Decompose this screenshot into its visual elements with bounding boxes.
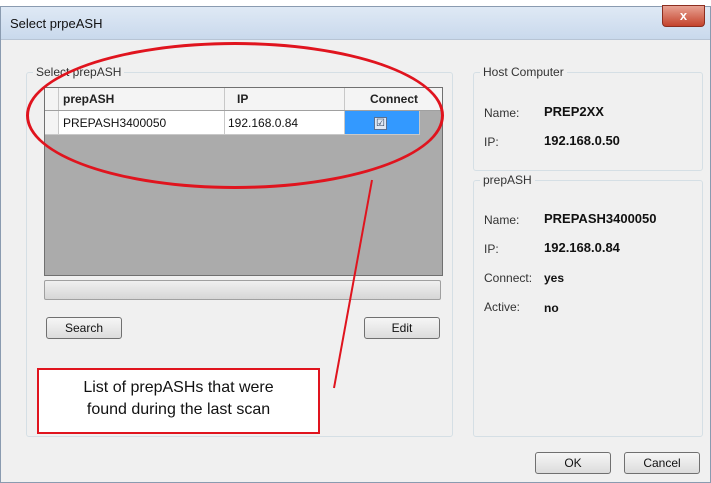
annotation-callout: List of prepASHs that were found during … [37, 368, 320, 434]
annotation-line-1: List of prepASHs that were [83, 379, 274, 396]
annotation-line-2: found during the last scan [86, 401, 271, 418]
